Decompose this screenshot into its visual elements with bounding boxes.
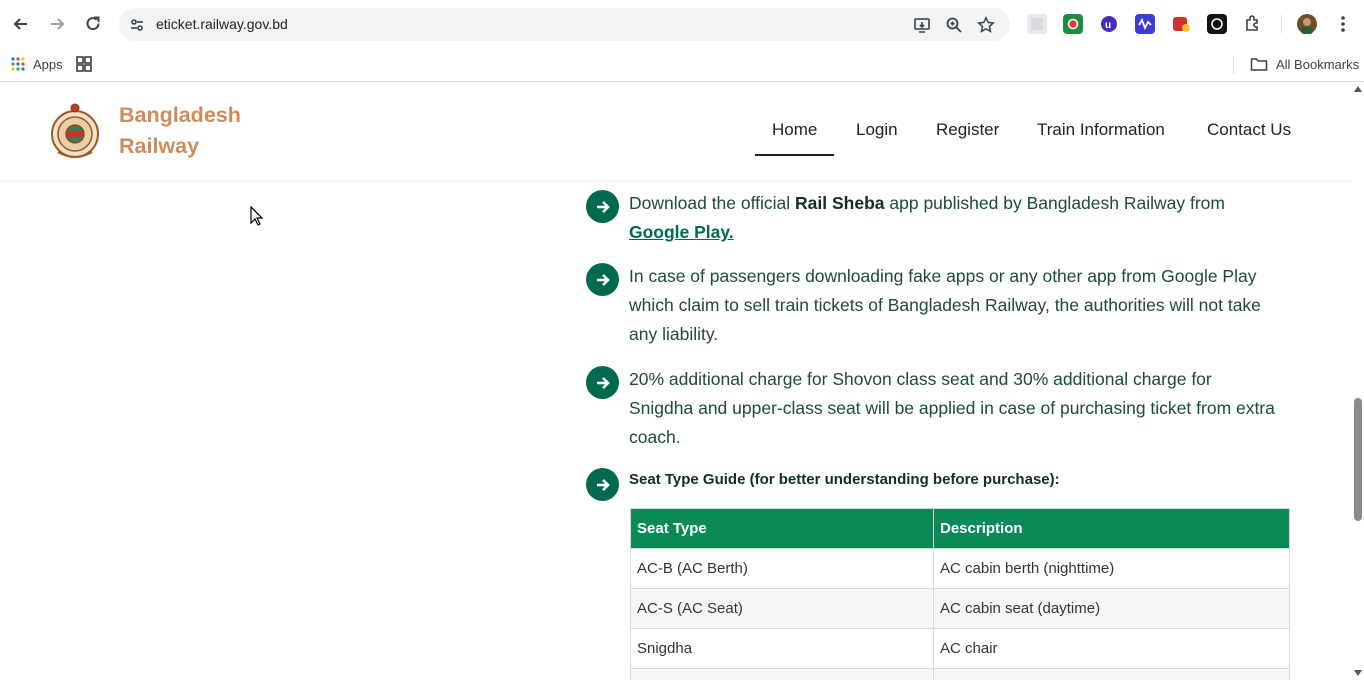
install-app-icon[interactable] [912,15,932,35]
browser-menu-icon[interactable] [1333,14,1353,34]
site-settings-icon[interactable] [127,15,147,35]
forward-icon[interactable] [45,12,69,36]
extension-wave-icon[interactable] [1135,14,1155,34]
extensions-puzzle-icon[interactable] [1243,14,1263,34]
seat-type-cell: AC-S (AC Seat) [630,588,934,629]
google-play-link[interactable]: Google Play. [629,222,734,242]
column-header-description: Description [933,508,1290,549]
table-row: Snigdha AC chair [630,628,1290,669]
notice-content: Download the official Rail Sheba app pub… [0,181,1352,680]
notice-extra-charge: 20% additional charge for Shovon class s… [629,369,1275,447]
apps-label: Apps [33,56,63,72]
table-row: AC-S (AC Seat) AC cabin seat (daytime) [630,588,1290,629]
notice-1-text-2: app published by Bangladesh Railway from [884,193,1225,213]
bangladesh-railway-logo[interactable] [50,100,100,164]
table-row [630,668,1290,680]
nav-contact-us[interactable]: Contact Us [1207,120,1291,140]
all-bookmarks-label: All Bookmarks [1276,56,1360,72]
arrow-right-icon [586,263,619,296]
seat-type-cell [630,668,934,680]
seat-type-cell: Snigdha [630,628,934,669]
arrow-right-icon [586,190,619,223]
zoom-icon[interactable] [944,15,964,35]
rail-sheba-text: Rail Sheba [795,193,885,213]
nav-active-indicator [755,154,834,156]
folder-icon [1250,58,1268,71]
reload-icon[interactable] [81,12,105,36]
description-cell: AC chair [933,628,1290,669]
extension-u-icon[interactable]: u [1099,14,1119,34]
apps-grid-icon [11,57,25,71]
description-cell [933,668,1290,680]
brand-line-1: Bangladesh [119,103,241,127]
extension-red-icon[interactable] [1171,14,1191,34]
page-scrollbar[interactable] [1352,82,1364,680]
browser-toolbar: eticket.railway.gov.bd u [0,0,1364,48]
description-cell: AC cabin seat (daytime) [933,588,1290,629]
brand-name[interactable]: Bangladesh Railway [119,100,241,162]
notice-1-text: Download the official [629,193,796,213]
table-row: AC-B (AC Berth) AC cabin berth (nighttim… [630,548,1290,589]
column-header-seat-type: Seat Type [630,508,934,549]
nav-home[interactable]: Home [772,120,817,140]
profile-avatar[interactable] [1297,14,1317,34]
toolbar-divider [1281,15,1282,33]
seat-type-cell: AC-B (AC Berth) [630,548,934,589]
notice-fake-apps: In case of passengers downloading fake a… [629,266,1261,344]
scroll-up-icon[interactable] [1354,86,1362,92]
seat-type-guide-title: Seat Type Guide (for better understandin… [629,471,1060,488]
notice-rail-sheba: Download the official Rail Sheba app pub… [629,189,1279,247]
arrow-right-icon [586,468,619,501]
nav-login[interactable]: Login [856,120,898,140]
apps-bookmark[interactable]: Apps [10,54,63,74]
bookmarks-divider [1233,56,1234,74]
nav-register[interactable]: Register [936,120,999,140]
bookmark-star-icon[interactable] [976,15,996,35]
arrow-right-icon [586,366,619,399]
scrollbar-thumb[interactable] [1354,398,1362,521]
table-header-row: Seat Type Description [630,508,1290,549]
site-header: Bangladesh Railway Home Login Register T… [0,82,1352,180]
back-icon[interactable] [9,12,33,36]
mouse-cursor-icon [250,206,264,226]
seat-type-table: Seat Type Description AC-B (AC Berth) AC… [630,508,1290,680]
all-bookmarks-button[interactable]: All Bookmarks [1250,54,1359,74]
bookmarks-bar: Apps All Bookmarks [0,48,1364,82]
extension-record-icon[interactable] [1063,14,1083,34]
address-bar[interactable]: eticket.railway.gov.bd [119,8,1010,41]
tab-groups-icon[interactable] [75,54,93,74]
svg-text:u: u [1105,20,1111,31]
scroll-down-icon[interactable] [1354,670,1362,676]
brand-line-2: Railway [119,134,200,158]
description-cell: AC cabin berth (nighttime) [933,548,1290,589]
nav-train-information[interactable]: Train Information [1037,120,1165,140]
extension-dark-icon[interactable] [1207,14,1227,34]
extension-puzzle-gray-icon[interactable] [1027,14,1047,34]
url-text[interactable]: eticket.railway.gov.bd [156,16,288,32]
